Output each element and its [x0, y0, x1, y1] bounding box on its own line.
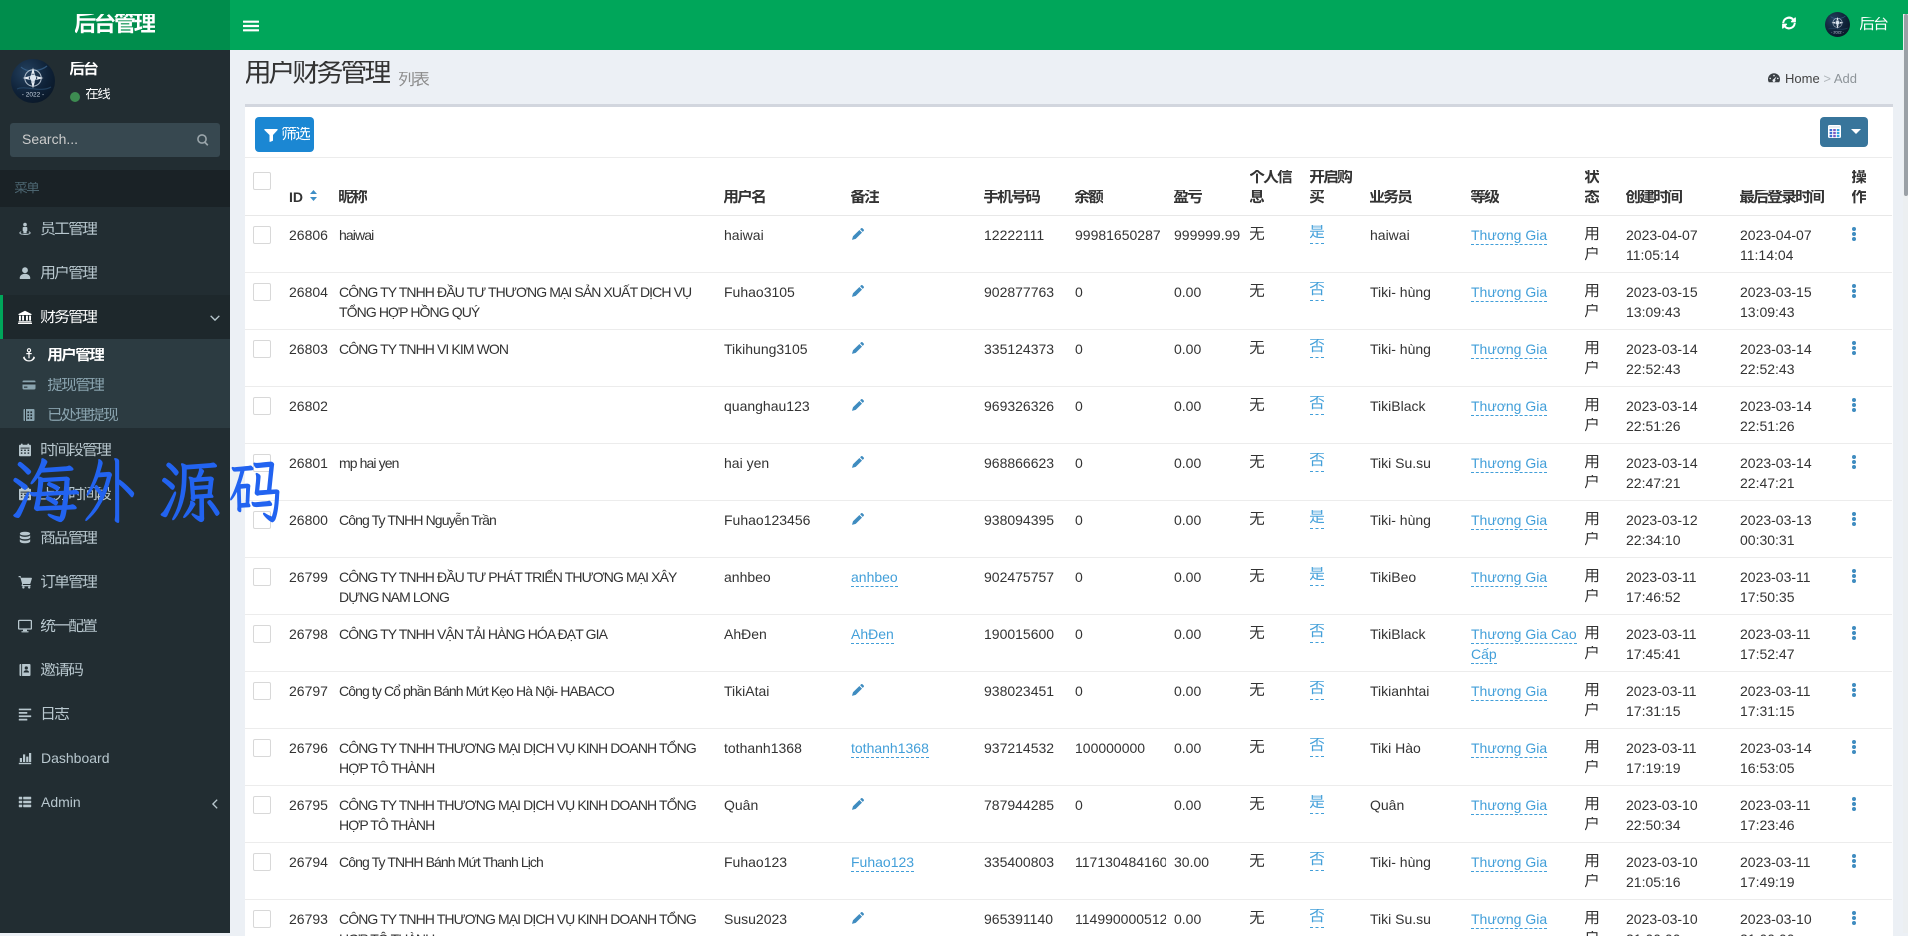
svg-text:- 2022 -: - 2022 -: [22, 92, 44, 99]
svg-text:- 2022 -: - 2022 -: [1831, 30, 1844, 34]
